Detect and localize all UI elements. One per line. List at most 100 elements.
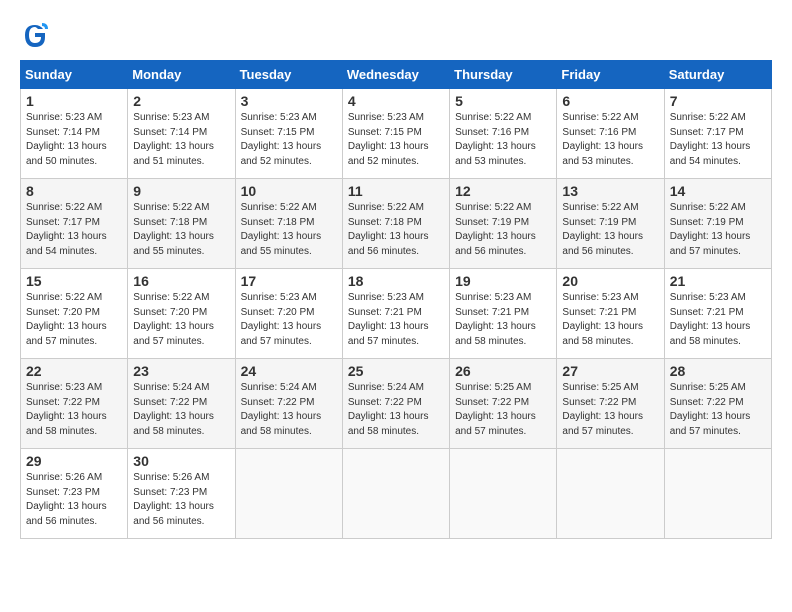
day-number: 23 — [133, 363, 229, 379]
calendar-cell: 29 Sunrise: 5:26 AM Sunset: 7:23 PM Dayli… — [21, 449, 128, 539]
calendar-cell: 23 Sunrise: 5:24 AM Sunset: 7:22 PM Dayli… — [128, 359, 235, 449]
calendar-row: 22 Sunrise: 5:23 AM Sunset: 7:22 PM Dayli… — [21, 359, 772, 449]
calendar-cell — [664, 449, 771, 539]
day-info: Sunrise: 5:23 AM Sunset: 7:14 PM Dayligh… — [133, 111, 229, 169]
calendar-row: 15Sunrise: 5:22 AM Sunset: 7:20 PM Dayli… — [21, 269, 772, 359]
calendar-cell: 10 Sunrise: 5:22 AM Sunset: 7:18 PM Dayli… — [235, 179, 342, 269]
calendar-cell: 7 Sunrise: 5:22 AM Sunset: 7:17 PM Daylig… — [664, 89, 771, 179]
day-info: Sunrise: 5:23 AM Sunset: 7:21 PM Dayligh… — [455, 291, 551, 349]
day-info: Sunrise: 5:22 AM Sunset: 7:18 PM Dayligh… — [133, 201, 229, 259]
day-info: Sunrise: 5:23 AM Sunset: 7:21 PM Dayligh… — [670, 291, 766, 349]
day-info: Sunrise: 5:22 AM Sunset: 7:18 PM Dayligh… — [241, 201, 337, 259]
day-info: Sunrise: 5:23 AM Sunset: 7:21 PM Dayligh… — [562, 291, 658, 349]
day-number: 22 — [26, 363, 122, 379]
day-number: 16 — [133, 273, 229, 289]
day-number: 27 — [562, 363, 658, 379]
day-info: Sunrise: 5:22 AM Sunset: 7:16 PM Dayligh… — [562, 111, 658, 169]
calendar-header: SundayMondayTuesdayWednesdayThursdayFrid… — [21, 61, 772, 89]
calendar-cell — [557, 449, 664, 539]
day-info: Sunrise: 5:23 AM Sunset: 7:14 PM Dayligh… — [26, 111, 122, 169]
calendar-cell — [450, 449, 557, 539]
weekday-header: Monday — [128, 61, 235, 89]
calendar-cell: 2 Sunrise: 5:23 AM Sunset: 7:14 PM Daylig… — [128, 89, 235, 179]
day-info: Sunrise: 5:24 AM Sunset: 7:22 PM Dayligh… — [241, 381, 337, 439]
day-info: Sunrise: 5:22 AM Sunset: 7:18 PM Dayligh… — [348, 201, 444, 259]
day-number: 1 — [26, 93, 122, 109]
calendar-cell: 9 Sunrise: 5:22 AM Sunset: 7:18 PM Daylig… — [128, 179, 235, 269]
day-info: Sunrise: 5:23 AM Sunset: 7:22 PM Dayligh… — [26, 381, 122, 439]
day-info: Sunrise: 5:24 AM Sunset: 7:22 PM Dayligh… — [348, 381, 444, 439]
day-number: 17 — [241, 273, 337, 289]
day-info: Sunrise: 5:23 AM Sunset: 7:15 PM Dayligh… — [348, 111, 444, 169]
calendar-cell: 6Sunrise: 5:22 AM Sunset: 7:16 PM Daylig… — [557, 89, 664, 179]
day-info: Sunrise: 5:23 AM Sunset: 7:21 PM Dayligh… — [348, 291, 444, 349]
calendar-cell: 28Sunrise: 5:25 AM Sunset: 7:22 PM Dayli… — [664, 359, 771, 449]
calendar-cell: 20 Sunrise: 5:23 AM Sunset: 7:21 PM Dayli… — [557, 269, 664, 359]
calendar-cell: 13Sunrise: 5:22 AM Sunset: 7:19 PM Dayli… — [557, 179, 664, 269]
calendar-cell: 4 Sunrise: 5:23 AM Sunset: 7:15 PM Daylig… — [342, 89, 449, 179]
day-number: 5 — [455, 93, 551, 109]
calendar-row: 8 Sunrise: 5:22 AM Sunset: 7:17 PM Daylig… — [21, 179, 772, 269]
weekday-row: SundayMondayTuesdayWednesdayThursdayFrid… — [21, 61, 772, 89]
calendar-cell: 12 Sunrise: 5:22 AM Sunset: 7:19 PM Dayli… — [450, 179, 557, 269]
day-number: 29 — [26, 453, 122, 469]
day-info: Sunrise: 5:24 AM Sunset: 7:22 PM Dayligh… — [133, 381, 229, 439]
day-info: Sunrise: 5:22 AM Sunset: 7:17 PM Dayligh… — [26, 201, 122, 259]
day-number: 20 — [562, 273, 658, 289]
day-number: 8 — [26, 183, 122, 199]
calendar-cell: 1 Sunrise: 5:23 AM Sunset: 7:14 PM Daylig… — [21, 89, 128, 179]
calendar-cell: 21 Sunrise: 5:23 AM Sunset: 7:21 PM Dayli… — [664, 269, 771, 359]
calendar-table: SundayMondayTuesdayWednesdayThursdayFrid… — [20, 60, 772, 539]
day-number: 7 — [670, 93, 766, 109]
day-info: Sunrise: 5:22 AM Sunset: 7:19 PM Dayligh… — [455, 201, 551, 259]
calendar-cell: 24 Sunrise: 5:24 AM Sunset: 7:22 PM Dayli… — [235, 359, 342, 449]
calendar-cell: 25 Sunrise: 5:24 AM Sunset: 7:22 PM Dayli… — [342, 359, 449, 449]
calendar-cell: 16Sunrise: 5:22 AM Sunset: 7:20 PM Dayli… — [128, 269, 235, 359]
weekday-header: Sunday — [21, 61, 128, 89]
calendar-cell: 14Sunrise: 5:22 AM Sunset: 7:19 PM Dayli… — [664, 179, 771, 269]
calendar-row: 1 Sunrise: 5:23 AM Sunset: 7:14 PM Daylig… — [21, 89, 772, 179]
day-info: Sunrise: 5:23 AM Sunset: 7:15 PM Dayligh… — [241, 111, 337, 169]
calendar-cell — [235, 449, 342, 539]
day-number: 13 — [562, 183, 658, 199]
weekday-header: Wednesday — [342, 61, 449, 89]
calendar-cell: 19 Sunrise: 5:23 AM Sunset: 7:21 PM Dayli… — [450, 269, 557, 359]
day-number: 19 — [455, 273, 551, 289]
calendar-cell: 15Sunrise: 5:22 AM Sunset: 7:20 PM Dayli… — [21, 269, 128, 359]
calendar-body: 1 Sunrise: 5:23 AM Sunset: 7:14 PM Daylig… — [21, 89, 772, 539]
weekday-header: Saturday — [664, 61, 771, 89]
weekday-header: Friday — [557, 61, 664, 89]
logo-icon — [20, 20, 50, 50]
calendar-cell: 11 Sunrise: 5:22 AM Sunset: 7:18 PM Dayli… — [342, 179, 449, 269]
day-info: Sunrise: 5:25 AM Sunset: 7:22 PM Dayligh… — [562, 381, 658, 439]
day-number: 14 — [670, 183, 766, 199]
day-number: 2 — [133, 93, 229, 109]
page-header — [20, 20, 772, 50]
day-number: 26 — [455, 363, 551, 379]
weekday-header: Tuesday — [235, 61, 342, 89]
calendar-cell: 26 Sunrise: 5:25 AM Sunset: 7:22 PM Dayli… — [450, 359, 557, 449]
calendar-cell — [342, 449, 449, 539]
day-number: 18 — [348, 273, 444, 289]
day-number: 24 — [241, 363, 337, 379]
day-number: 25 — [348, 363, 444, 379]
day-number: 15 — [26, 273, 122, 289]
calendar-cell: 27 Sunrise: 5:25 AM Sunset: 7:22 PM Dayli… — [557, 359, 664, 449]
day-number: 21 — [670, 273, 766, 289]
weekday-header: Thursday — [450, 61, 557, 89]
day-info: Sunrise: 5:26 AM Sunset: 7:23 PM Dayligh… — [26, 471, 122, 529]
day-info: Sunrise: 5:25 AM Sunset: 7:22 PM Dayligh… — [455, 381, 551, 439]
calendar-cell: 18 Sunrise: 5:23 AM Sunset: 7:21 PM Dayli… — [342, 269, 449, 359]
calendar-cell: 17Sunrise: 5:23 AM Sunset: 7:20 PM Dayli… — [235, 269, 342, 359]
day-number: 4 — [348, 93, 444, 109]
calendar-cell: 5Sunrise: 5:22 AM Sunset: 7:16 PM Daylig… — [450, 89, 557, 179]
logo — [20, 20, 54, 50]
day-number: 9 — [133, 183, 229, 199]
day-info: Sunrise: 5:26 AM Sunset: 7:23 PM Dayligh… — [133, 471, 229, 529]
day-number: 12 — [455, 183, 551, 199]
calendar-row: 29 Sunrise: 5:26 AM Sunset: 7:23 PM Dayli… — [21, 449, 772, 539]
day-number: 10 — [241, 183, 337, 199]
calendar-cell: 3Sunrise: 5:23 AM Sunset: 7:15 PM Daylig… — [235, 89, 342, 179]
day-info: Sunrise: 5:22 AM Sunset: 7:17 PM Dayligh… — [670, 111, 766, 169]
day-number: 11 — [348, 183, 444, 199]
